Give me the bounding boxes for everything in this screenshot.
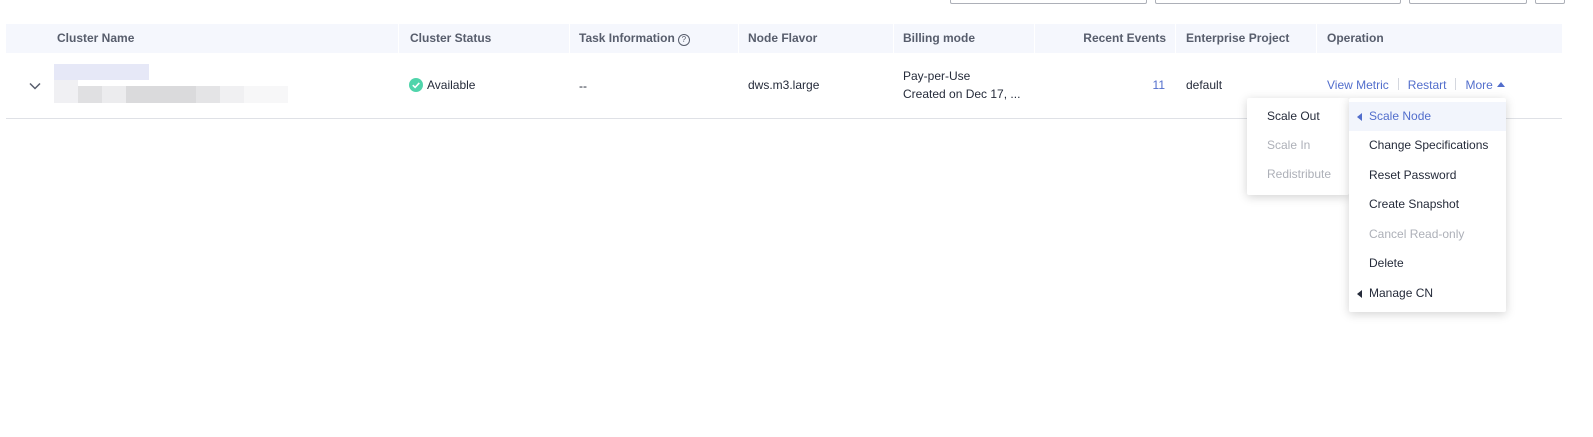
caret-left-icon [1357, 113, 1362, 121]
enterprise-project: default [1186, 78, 1223, 92]
header-task-information-label: Task Information [579, 31, 675, 45]
recent-events-count[interactable]: 11 [1153, 78, 1165, 92]
header-operation: Operation [1327, 31, 1384, 45]
redacted-block [220, 86, 244, 103]
column-divider [1175, 24, 1176, 53]
menu-item-change-specifications[interactable]: Change Specifications [1349, 131, 1506, 160]
view-metric-link[interactable]: View Metric [1327, 78, 1389, 92]
task-information: -- [579, 79, 587, 93]
column-divider [569, 24, 570, 53]
cluster-status: Available [409, 78, 475, 92]
menu-item-scale-in: Scale In [1267, 138, 1311, 152]
column-divider [893, 24, 894, 53]
redacted-block [196, 86, 220, 103]
billing-mode-type: Pay-per-Use [903, 69, 971, 83]
node-flavor: dws.m3.large [748, 78, 820, 92]
header-task-information: Task Information? [579, 24, 690, 53]
operation-links: View Metric Restart More [1327, 78, 1505, 92]
chevron-down-icon[interactable] [28, 79, 42, 93]
billing-mode-created: Created on Dec 17, ... [903, 87, 1021, 101]
column-divider [738, 24, 739, 53]
link-divider [1455, 78, 1457, 90]
redacted-block [126, 86, 196, 103]
table-header: Cluster Name Cluster Status Task Informa… [6, 24, 1562, 53]
scale-node-submenu: Scale Out Scale In Redistribute [1247, 98, 1349, 195]
redacted-block [54, 64, 149, 80]
filter-select[interactable] [950, 0, 1147, 4]
menu-item-cancel-read-only: Cancel Read-only [1369, 227, 1465, 241]
more-dropdown-menu: Scale Node Change Specifications Reset P… [1349, 98, 1506, 312]
redacted-block [78, 86, 102, 103]
more-label: More [1465, 78, 1493, 92]
menu-item-reset-password[interactable]: Reset Password [1349, 161, 1506, 190]
check-circle-icon [409, 78, 423, 92]
header-cluster-name: Cluster Name [57, 31, 135, 45]
cluster-status-label: Available [427, 78, 476, 92]
header-billing-mode: Billing mode [903, 31, 975, 45]
header-node-flavor: Node Flavor [748, 31, 818, 45]
redacted-block [54, 80, 78, 103]
caret-left-icon [1357, 290, 1362, 298]
menu-item-create-snapshot[interactable]: Create Snapshot [1349, 190, 1506, 219]
column-divider [1034, 24, 1035, 53]
redacted-block [244, 86, 288, 103]
menu-item-scale-node[interactable]: Scale Node [1349, 102, 1506, 131]
search-input[interactable] [1155, 0, 1401, 4]
menu-item-redistribute: Redistribute [1267, 167, 1332, 181]
caret-up-icon [1496, 82, 1505, 87]
column-divider [398, 24, 399, 53]
column-divider [1316, 24, 1317, 53]
menu-item-label: Scale Node [1369, 109, 1432, 123]
link-divider [1397, 78, 1399, 90]
menu-item-label: Manage CN [1369, 286, 1434, 300]
menu-item-manage-cn[interactable]: Manage CN [1349, 279, 1506, 308]
restart-link[interactable]: Restart [1408, 78, 1447, 92]
redacted-block [102, 86, 126, 103]
filter-dropdown[interactable] [1409, 0, 1527, 4]
header-cluster-status: Cluster Status [410, 31, 492, 45]
help-circle-icon[interactable]: ? [677, 34, 690, 46]
menu-item-scale-out[interactable]: Scale Out [1247, 102, 1349, 131]
header-recent-events: Recent Events [1083, 31, 1166, 45]
menu-item-delete[interactable]: Delete [1349, 249, 1506, 278]
more-dropdown-trigger[interactable]: More [1465, 78, 1505, 92]
settings-button[interactable] [1535, 0, 1565, 4]
header-enterprise-project: Enterprise Project [1186, 31, 1290, 45]
top-toolbar [0, 0, 1593, 6]
